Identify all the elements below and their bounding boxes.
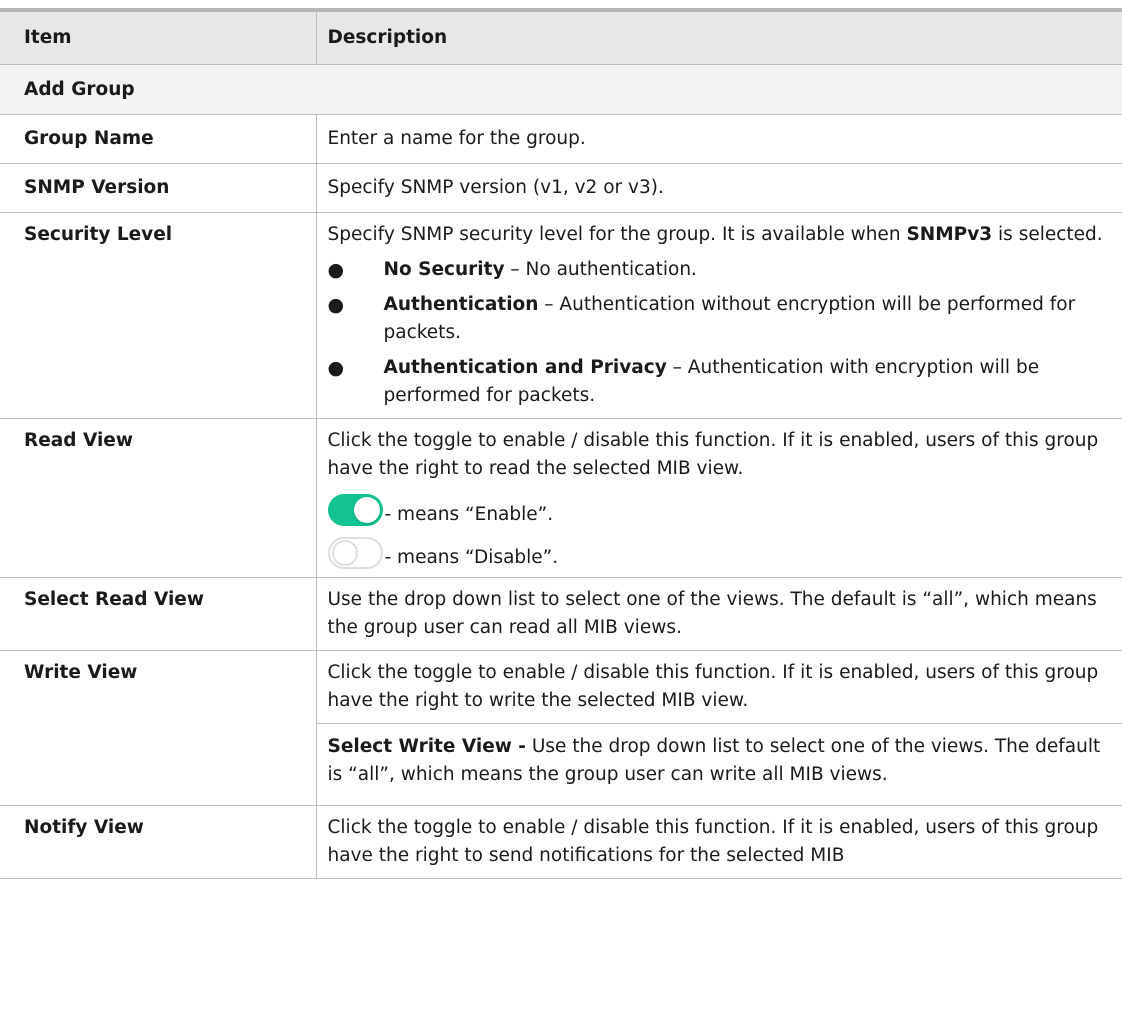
row-label-security-level: Security Level: [0, 212, 316, 419]
security-level-intro: Specify SNMP security level for the grou…: [328, 221, 1115, 249]
security-intro-text: Specify SNMP security level for the grou…: [327, 224, 901, 245]
table-row: Notify View Click the toggle to enable /…: [0, 805, 1122, 879]
toggle-off-icon: [327, 537, 383, 569]
row-label-select-read-view: Select Read View: [0, 577, 316, 651]
bullet-term: Authentication: [383, 294, 539, 315]
toggle-on-icon: [327, 494, 383, 526]
list-item: ● Authentication – Authentication withou…: [328, 291, 1115, 347]
disable-caption: - means “Disable”.: [384, 547, 559, 568]
row-desc-snmp-version: Specify SNMP version (v1, v2 or v3).: [315, 163, 1122, 213]
bullet-text: – No authentication.: [504, 259, 697, 280]
bullet-icon: ●: [327, 294, 345, 316]
bullet-icon: ●: [327, 259, 345, 281]
row-label-snmp-version: SNMP Version: [0, 163, 316, 213]
table-row: Read View Click the toggle to enable / d…: [0, 418, 1122, 578]
section-title: Add Group: [0, 64, 1122, 115]
section-row: Add Group: [0, 64, 1122, 115]
notify-view-text: Click the toggle to enable / disable thi…: [327, 817, 1099, 866]
row-label-write-view: Write View: [0, 650, 316, 806]
enable-caption: - means “Enable”.: [384, 504, 554, 525]
row-desc-read-view: Click the toggle to enable / disable thi…: [315, 418, 1122, 578]
disable-toggle-example: - means “Disable”.: [327, 536, 1115, 569]
list-item: ● No Security – No authentication.: [328, 256, 1115, 284]
table-row: Write View Click the toggle to enable / …: [0, 650, 1122, 806]
bullet-term: Authentication and Privacy: [383, 357, 667, 378]
header-description: Description: [315, 12, 1122, 65]
bullet-icon: ●: [327, 357, 345, 379]
security-intro-tail: is selected.: [992, 224, 1103, 245]
table-row: Security Level Specify SNMP security lev…: [0, 212, 1122, 419]
enable-toggle-example: - means “Enable”.: [327, 493, 1115, 526]
row-label-group-name: Group Name: [0, 114, 316, 164]
select-read-view-text: Use the drop down list to select one of …: [327, 589, 1097, 638]
write-view-text: Click the toggle to enable / disable thi…: [327, 662, 1099, 711]
row-desc-select-read-view: Use the drop down list to select one of …: [315, 577, 1122, 651]
header-item: Item: [0, 12, 316, 65]
table-row: SNMP Version Specify SNMP version (v1, v…: [0, 163, 1122, 213]
bullet-term: No Security: [383, 259, 505, 280]
list-item: ● Authentication and Privacy – Authentic…: [328, 354, 1115, 410]
row-desc-notify-view: Click the toggle to enable / disable thi…: [315, 805, 1122, 879]
row-label-read-view: Read View: [0, 418, 316, 578]
row-desc-group-name: Enter a name for the group.: [315, 114, 1122, 164]
table-row: Select Read View Use the drop down list …: [0, 577, 1122, 651]
row-desc-write-view: Click the toggle to enable / disable thi…: [315, 650, 1122, 806]
read-view-text: Click the toggle to enable / disable thi…: [327, 430, 1099, 479]
table-header-row: Item Description: [0, 12, 1122, 65]
description-table: Item Description Add Group Group Name En…: [0, 12, 1122, 879]
row-desc-security-level: Specify SNMP security level for the grou…: [315, 212, 1122, 419]
select-write-view-block: Select Write View - Use the drop down li…: [316, 723, 1122, 797]
row-label-notify-view: Notify View: [0, 805, 316, 879]
snmpv3-term: SNMPv3: [906, 224, 993, 245]
select-write-view-term: Select Write View -: [327, 736, 526, 757]
table-row: Group Name Enter a name for the group.: [0, 114, 1122, 164]
